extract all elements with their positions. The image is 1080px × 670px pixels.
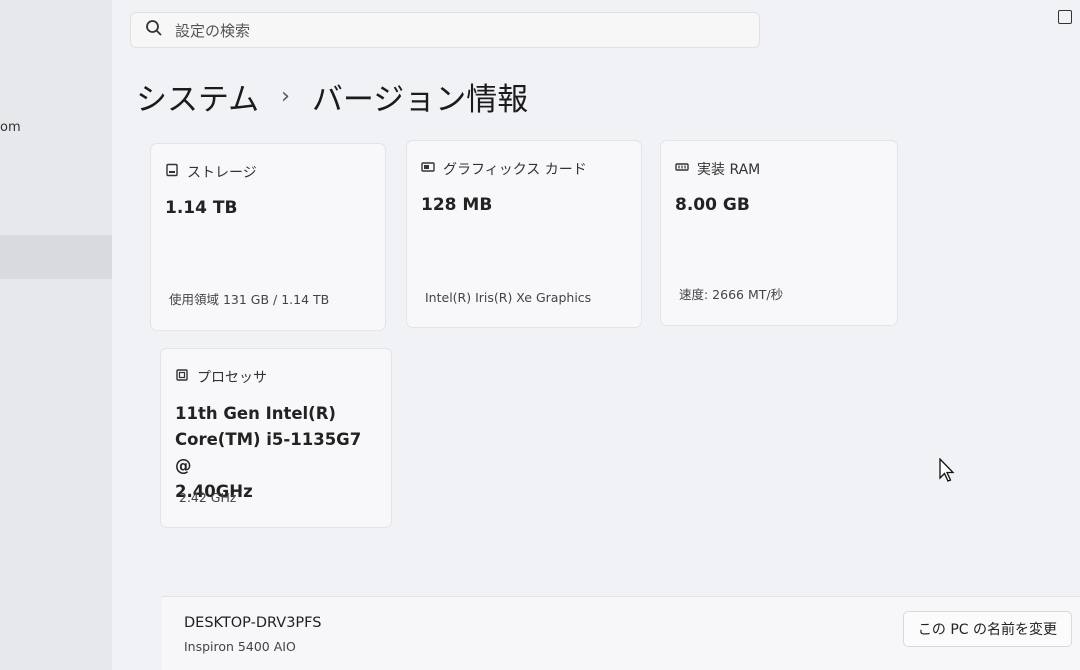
processor-card: プロセッサ 11th Gen Intel(R) Core(TM) i5-1135… [160,348,392,528]
sidebar: om [0,0,112,670]
sidebar-selected-item[interactable] [0,235,112,279]
graphics-card: グラフィックス カード 128 MB Intel(R) Iris(R) Xe G… [406,140,642,328]
rename-pc-button[interactable]: この PC の名前を変更 [902,611,1072,647]
storage-card: ストレージ 1.14 TB 使用領域 131 GB / 1.14 TB [150,143,386,331]
mouse-cursor-icon [938,457,956,486]
processor-title: プロセッサ [197,370,267,386]
ram-card: 実装 RAM 8.00 GB 速度: 2666 MT/秒 [660,140,898,326]
graphics-model: Intel(R) Iris(R) Xe Graphics [425,290,592,305]
ram-speed: 速度: 2666 MT/秒 [679,287,784,302]
sidebar-text-fragment: om [0,120,21,135]
breadcrumb-parent[interactable]: システム [136,74,259,119]
graphics-value: 128 MB [421,195,493,215]
graphics-title: グラフィックス カード [443,162,587,178]
search-icon [145,19,163,41]
storage-icon [165,163,179,181]
ram-title: 実装 RAM [697,162,761,178]
processor-line-1: 11th Gen Intel(R) [175,404,336,423]
processor-speed: 2.42 GHz [179,490,237,505]
graphics-card-icon [421,160,435,178]
storage-usage: 使用領域 131 GB / 1.14 TB [169,292,330,307]
processor-line-2: Core(TM) i5-1135G7 @ [175,430,362,475]
maximize-button[interactable] [1058,10,1072,24]
ram-icon [675,160,689,178]
search-box[interactable]: 設定の検索 [130,12,760,48]
storage-value: 1.14 TB [165,198,238,218]
main-content: 設定の検索 システム › バージョン情報 ストレージ 1.14 TB 使用領域 … [112,0,1080,670]
ram-value: 8.00 GB [675,195,750,215]
breadcrumb-separator: › [281,84,290,109]
page-title: バージョン情報 [311,82,529,118]
device-info-bar: DESKTOP-DRV3PFS Inspiron 5400 AIO この PC … [162,596,1080,670]
storage-title: ストレージ [187,165,257,181]
search-input[interactable]: 設定の検索 [175,20,250,41]
breadcrumb: システム › バージョン情報 [136,74,528,119]
device-name: DESKTOP-DRV3PFS [184,615,322,631]
processor-icon [175,368,189,386]
device-model: Inspiron 5400 AIO [184,639,296,654]
